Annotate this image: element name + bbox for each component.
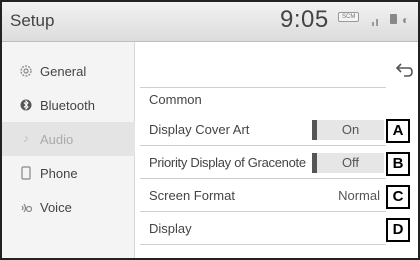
setting-label: Priority Display of Gracenote <box>149 154 306 170</box>
sidebar-item-label: Audio <box>40 131 74 147</box>
sidebar: General Bluetooth ♪ Audio Phone Voice <box>2 42 135 260</box>
setting-label: Screen Format <box>149 187 235 203</box>
sidebar-item-phone[interactable]: Phone <box>2 156 135 190</box>
battery-icon <box>390 14 397 24</box>
signal-icon <box>372 19 378 26</box>
sidebar-item-label: Phone <box>40 165 78 181</box>
toggle-switch[interactable]: On <box>312 120 384 140</box>
setting-row-screen-format[interactable]: Screen Format Normal <box>140 179 386 212</box>
back-arrow-icon[interactable] <box>388 57 418 87</box>
sidebar-item-label: General <box>40 63 87 79</box>
sidebar-item-bluetooth[interactable]: Bluetooth <box>2 88 135 122</box>
clock: 9:05 <box>280 6 329 33</box>
section-label: Common <box>149 92 202 107</box>
header-bar: Setup 9:05 SCM ◐ <box>2 2 418 42</box>
status-icon: ◐ <box>402 13 410 27</box>
status-badge: SCM <box>338 12 360 22</box>
callout-label: B <box>386 152 410 176</box>
sidebar-item-label: Bluetooth <box>40 97 95 113</box>
sidebar-item-voice[interactable]: Voice <box>2 190 135 224</box>
setting-row-display[interactable]: Display <box>140 212 386 245</box>
callout-label: C <box>386 185 410 209</box>
setting-label: Display Cover Art <box>149 121 250 137</box>
music-note-icon: ♪ <box>23 133 29 145</box>
voice-icon <box>18 200 34 214</box>
callout-label: D <box>386 218 410 242</box>
sidebar-item-general[interactable]: General <box>2 54 135 88</box>
setting-label: Display <box>149 220 192 236</box>
divider <box>140 87 386 88</box>
setting-row-priority-gracenote[interactable]: Priority Display of Gracenote Off <box>140 146 386 179</box>
setting-value: Normal <box>338 187 380 203</box>
callout-label: A <box>386 119 410 143</box>
chevron-down-icon[interactable] <box>58 256 78 260</box>
setting-row-display-cover-art[interactable]: Display Cover Art On <box>140 113 386 146</box>
sidebar-item-label: Voice <box>40 199 72 215</box>
setup-screen: Setup 9:05 SCM ◐ General Bluetooth ♪ Aud… <box>0 0 420 260</box>
sidebar-item-audio[interactable]: ♪ Audio <box>2 122 135 156</box>
page-title: Setup <box>10 11 55 30</box>
phone-icon <box>18 166 34 180</box>
bluetooth-icon <box>18 98 34 112</box>
gear-icon <box>18 64 34 78</box>
toggle-switch[interactable]: Off <box>312 153 384 173</box>
